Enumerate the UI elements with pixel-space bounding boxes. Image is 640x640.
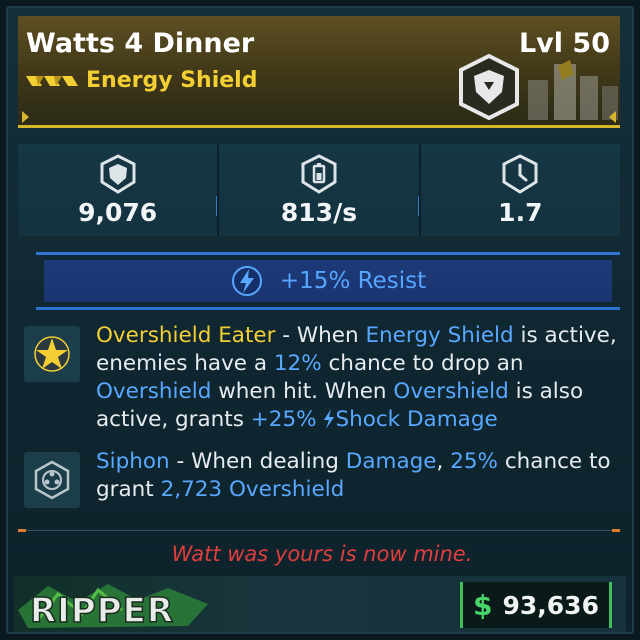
resist-panel: +15% Resist bbox=[44, 260, 612, 302]
item-art bbox=[528, 60, 618, 120]
currency-icon: $ bbox=[473, 588, 493, 622]
legendary-chevrons-icon bbox=[26, 75, 78, 86]
item-header: Watts 4 Dinner Lvl 50 Energy Shield bbox=[18, 16, 620, 128]
item-name: Watts 4 Dinner bbox=[26, 28, 255, 59]
item-value-box: $ 93,636 bbox=[460, 582, 612, 628]
stat-value: 9,076 bbox=[78, 198, 158, 227]
shield-capacity-icon bbox=[100, 154, 136, 194]
perk-text-fragment: when hit. When bbox=[211, 379, 394, 404]
perk-keyword: 25% bbox=[450, 449, 498, 474]
ripper-logo: RIPPER bbox=[18, 584, 208, 630]
star-burst-icon bbox=[34, 336, 70, 372]
perk-keyword: Damage bbox=[345, 449, 437, 474]
perk-keyword: 2,723 Overshield bbox=[160, 477, 345, 502]
perk-keyword: +25% bbox=[250, 407, 317, 432]
shield-badge-icon bbox=[459, 53, 519, 121]
svg-text:RIPPER: RIPPER bbox=[30, 591, 174, 630]
recharge-rate-icon bbox=[301, 154, 337, 194]
perk-keyword: 12% bbox=[273, 351, 322, 376]
header-corner-right bbox=[609, 111, 616, 123]
resist-text: +15% Resist bbox=[279, 268, 427, 294]
resist-banner: +15% Resist bbox=[36, 252, 620, 310]
perk-keyword: Overshield bbox=[96, 379, 212, 404]
stat-value: 1.7 bbox=[498, 198, 543, 227]
header-corner-left bbox=[22, 111, 29, 123]
item-type: Energy Shield bbox=[86, 68, 258, 93]
stats-row: 9,076 813/s 1.7 bbox=[18, 144, 620, 236]
perk-text-fragment: , bbox=[436, 449, 451, 474]
stat-capacity: 9,076 bbox=[18, 144, 220, 236]
perk-icon bbox=[24, 326, 80, 382]
perk-keyword: Energy Shield bbox=[365, 323, 514, 348]
item-level: Lvl 50 bbox=[518, 28, 610, 59]
perk-keyword: Shock Damage bbox=[335, 407, 498, 432]
flavor-text: Watt was yours is now mine. bbox=[171, 542, 473, 566]
stat-recharge-rate: 813/s bbox=[217, 144, 421, 236]
item-card: Watts 4 Dinner Lvl 50 Energy Shield 9,07… bbox=[6, 6, 634, 634]
perk-description: Siphon - When dealing Damage, 25% chance… bbox=[96, 448, 632, 504]
recharge-delay-icon bbox=[502, 154, 538, 194]
stat-value: 813/s bbox=[280, 198, 358, 227]
perk-siphon: Siphon - When dealing Damage, 25% chance… bbox=[24, 448, 624, 510]
rarity-row: Energy Shield bbox=[26, 68, 257, 93]
shock-bolt-icon bbox=[231, 266, 262, 296]
perk-keyword: Overshield bbox=[393, 379, 509, 404]
item-value: 93,636 bbox=[502, 590, 599, 620]
perk-icon bbox=[24, 452, 80, 508]
divider-tick bbox=[612, 529, 620, 532]
perk-name: Siphon bbox=[96, 449, 170, 474]
stat-recharge-delay: 1.7 bbox=[418, 144, 620, 236]
perk-description: Overshield Eater - When Energy Shield is… bbox=[96, 322, 632, 434]
hex-siphon-icon bbox=[34, 460, 70, 500]
divider-tick bbox=[18, 529, 26, 532]
divider-line bbox=[18, 529, 620, 532]
shock-bolt-icon bbox=[324, 409, 335, 429]
perk-text-fragment: - When bbox=[275, 323, 366, 348]
perk-name: Overshield Eater bbox=[96, 323, 276, 348]
perk-text-fragment: chance to drop an bbox=[321, 351, 524, 376]
footer-bar: RIPPER $ 93,636 bbox=[14, 576, 626, 632]
perk-overshield-eater: Overshield Eater - When Energy Shield is… bbox=[24, 322, 624, 434]
perk-text-fragment: - When dealing bbox=[169, 449, 346, 474]
